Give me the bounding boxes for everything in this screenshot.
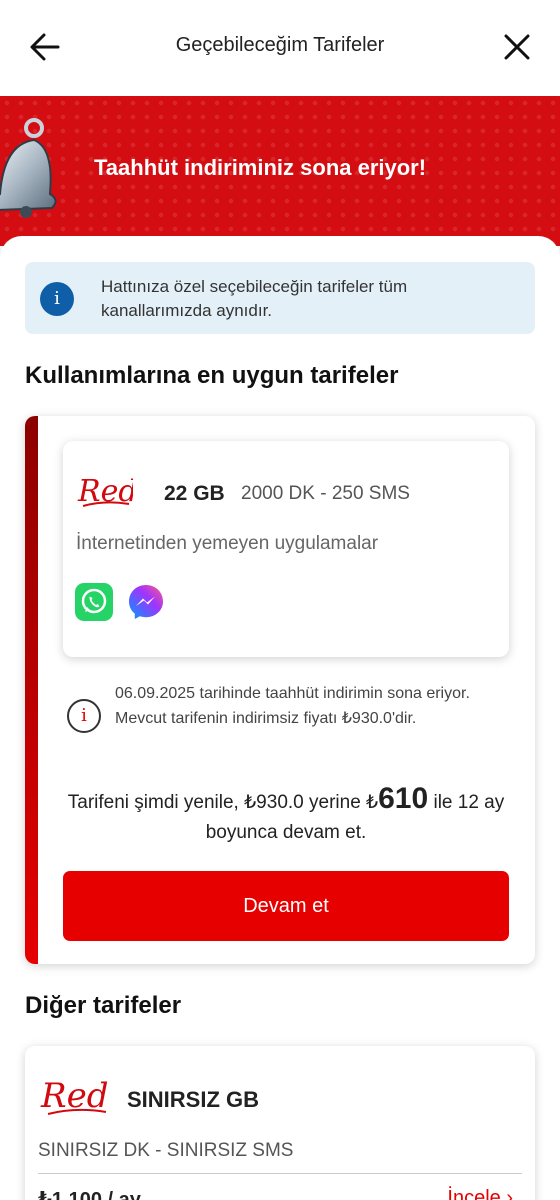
other-plan-card[interactable]: Red SINIRSIZ GB SINIRSIZ DK - SINIRSIZ S…	[25, 1046, 535, 1200]
review-link[interactable]: İncele ›	[447, 1187, 513, 1200]
expiry-banner: Taahhüt indiriminiz sona eriyor!	[0, 96, 560, 246]
messenger-icon	[129, 585, 163, 619]
info-notice: i Hattınıza özel seçebileceğin tarifeler…	[25, 262, 535, 334]
whatsapp-icon	[75, 583, 113, 621]
chevron-right-icon: ›	[506, 1187, 513, 1200]
review-link-label: İncele	[447, 1187, 501, 1200]
plan-data-amount: SINIRSIZ GB	[127, 1087, 260, 1112]
recommended-plan-card: Red 22 GB 2000 DK - 250 SMS İnternetinde…	[25, 416, 535, 964]
renewal-offer-text: Tarifeni şimdi yenile, ₺930.0 yerine ₺61…	[63, 784, 509, 848]
red-brand-logo: Red	[77, 474, 133, 509]
plan-minutes-sms: SINIRSIZ DK - SINIRSIZ SMS	[38, 1140, 294, 1161]
red-brand-logo: Red	[40, 1076, 109, 1116]
top-app-bar: Geçebileceğim Tarifeler	[0, 0, 560, 96]
close-icon[interactable]	[502, 30, 532, 64]
warning-text: 06.09.2025 tarihinde taahhüt indirimin s…	[115, 685, 470, 727]
plan-minutes-sms: 2000 DK - 250 SMS	[241, 483, 410, 504]
info-text: Hattınıza özel seçebileceğin tarifeler t…	[101, 277, 408, 320]
warning-info-icon: i	[67, 699, 101, 733]
plan-data-amount: 22 GB	[164, 482, 225, 505]
offer-price: 610	[378, 782, 429, 815]
page-title: Geçebileceğim Tarifeler	[175, 34, 385, 56]
offer-prefix: Tarifeni şimdi yenile, ₺930.0 yerine ₺	[67, 792, 379, 813]
apps-label: İnternetinden yemeyen uygulamalar	[76, 533, 379, 554]
banner-text: Taahhüt indiriminiz sona eriyor!	[94, 155, 427, 180]
info-icon: i	[40, 282, 74, 316]
content-sheet: i Hattınıza özel seçebileceğin tarifeler…	[0, 236, 560, 1200]
card-accent-stripe	[25, 416, 38, 964]
bell-icon	[0, 118, 57, 218]
plan-price: ₺1.100 / ay	[38, 1189, 141, 1200]
recommended-section-title: Kullanımlarına en uygun tarifeler	[25, 362, 399, 389]
continue-button[interactable]: Devam et	[63, 871, 509, 941]
other-plans-section-title: Diğer tarifeler	[25, 992, 182, 1019]
divider	[38, 1173, 522, 1174]
plan-summary-card[interactable]: Red 22 GB 2000 DK - 250 SMS İnternetinde…	[63, 441, 509, 657]
